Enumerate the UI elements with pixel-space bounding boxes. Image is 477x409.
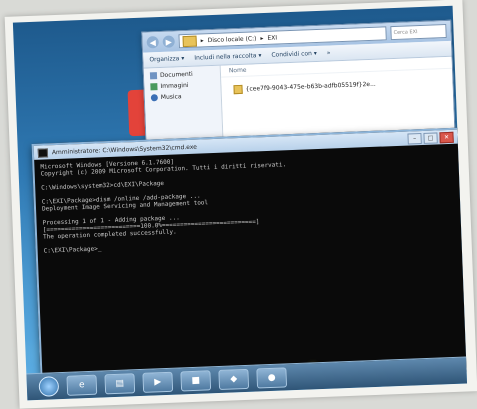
desktop: ◀ ▶ ▸ Disco locale (C:) ▸ EXI Cerca EXI … <box>12 5 468 401</box>
toolbar-include[interactable]: Includi nella raccolta ▾ <box>194 52 261 62</box>
cmd-output[interactable]: Microsoft Windows [Versione 6.1.7600] Cop… <box>34 144 461 259</box>
nav-item-label: Immagini <box>160 81 189 91</box>
cmd-icon[interactable]: ■ <box>180 370 212 392</box>
media-player-icon[interactable]: ▶ <box>142 371 174 393</box>
toolbar-share[interactable]: Condividi con ▾ <box>271 50 317 59</box>
cmd-window: Amministratore: C:\Windows\System32\cmd.… <box>31 127 468 388</box>
address-sep: ▸ <box>200 36 204 44</box>
back-arrow-icon[interactable]: ◀ <box>146 36 159 49</box>
address-sep: ▸ <box>260 34 264 42</box>
forward-arrow-icon[interactable]: ▶ <box>162 35 175 48</box>
package-file-icon <box>233 84 243 94</box>
nav-item-label: Musica <box>160 93 182 101</box>
nav-item-label: Documenti <box>159 70 193 80</box>
app-icon[interactable]: ◆ <box>218 368 250 390</box>
cmd-icon <box>37 147 49 158</box>
file-name: {cee7f9-9043-475e-b63b-adfb05519f}2e... <box>245 80 376 93</box>
nav-item-music[interactable]: Musica <box>145 90 221 104</box>
toolbar-more[interactable]: » <box>327 49 331 56</box>
search-input[interactable]: Cerca EXI <box>390 23 447 41</box>
address-part[interactable]: Disco locale (C:) <box>208 35 257 44</box>
address-part[interactable]: EXI <box>267 34 277 41</box>
folder-icon <box>182 35 197 47</box>
app-icon-2[interactable]: ● <box>256 367 288 389</box>
close-button[interactable]: ✕ <box>439 131 454 143</box>
documents-icon <box>149 72 158 80</box>
window-controls: – □ ✕ <box>407 131 454 145</box>
maximize-button[interactable]: □ <box>423 131 438 144</box>
file-item[interactable]: {cee7f9-9043-475e-b63b-adfb05519f}2e... <box>221 75 452 96</box>
photo-frame: ◀ ▶ ▸ Disco locale (C:) ▸ EXI Cerca EXI … <box>4 0 477 409</box>
toolbar-organize[interactable]: Organizza ▾ <box>149 55 184 63</box>
windows-orb-icon[interactable] <box>38 376 60 397</box>
pictures-icon <box>150 83 158 91</box>
minimize-button[interactable]: – <box>407 132 422 145</box>
ie-icon[interactable]: e <box>66 374 98 396</box>
music-icon <box>150 94 158 102</box>
explorer-icon[interactable]: ▤ <box>104 373 136 395</box>
